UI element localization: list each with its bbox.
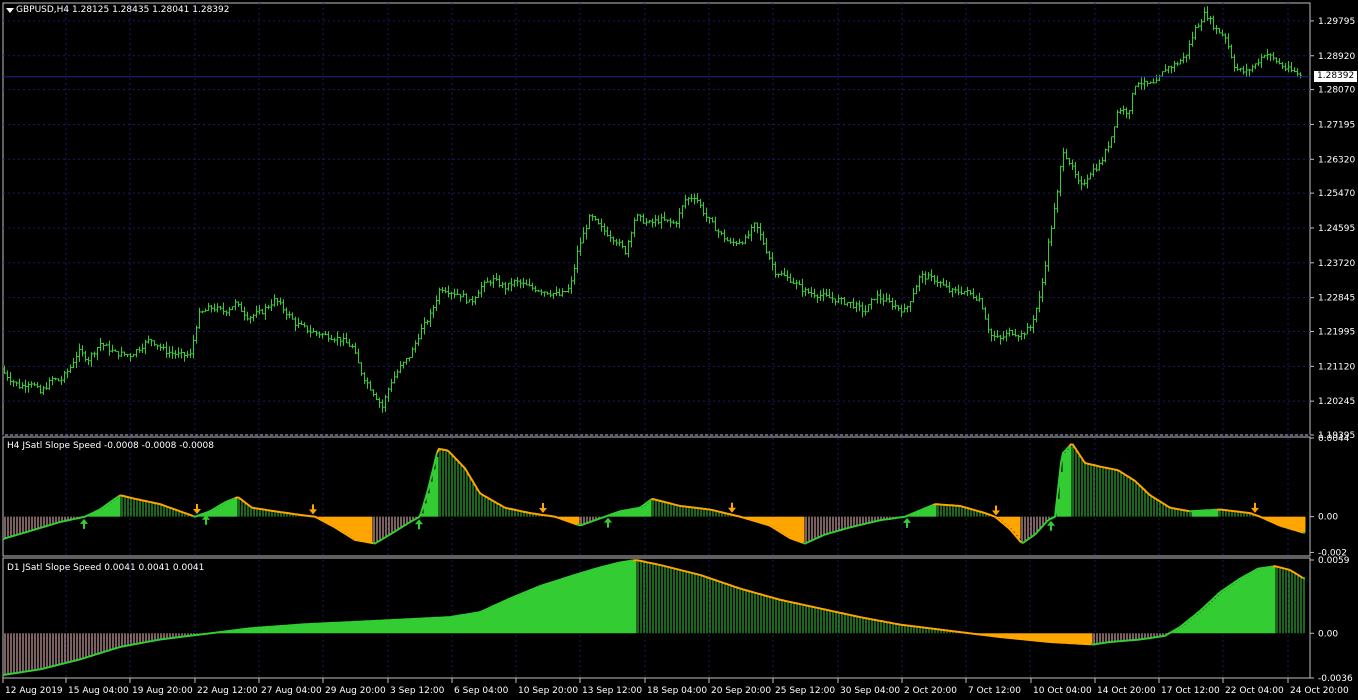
- h4-grid: [65, 438, 1289, 556]
- time-axis-label: 6 Sep 04:00: [454, 686, 509, 696]
- sell-arrow-icon: [728, 502, 736, 513]
- time-axis-label: 7 Oct 12:00: [968, 686, 1021, 696]
- h4-indicator-title: H4 JSatl Slope Speed -0.0008 -0.0008 -0.…: [7, 441, 214, 451]
- sell-arrow-icon: [539, 502, 547, 513]
- main-chart-area[interactable]: 1.29795 1.28920 1.28070 1.27195 1.26320 1.254…: [2, 2, 1355, 441]
- sell-arrow-icon: [992, 505, 1000, 516]
- d1-axis: 0.0059 0.00 -0.0036: [1310, 556, 1353, 684]
- speed-line-segment: [118, 494, 194, 517]
- time-axis-label: 17 Oct 12:00: [1161, 686, 1220, 696]
- time-axis-label: 24 Oct 20:00: [1290, 686, 1349, 696]
- d1-indicator-title: D1 JSatl Slope Speed 0.0041 0.0041 0.004…: [7, 563, 205, 573]
- current-price-label: 1.28392: [1314, 70, 1358, 82]
- time-axis-label: 2 Oct 20:00: [904, 686, 957, 696]
- buy-arrow-icon: [903, 517, 911, 528]
- price-axis-label: 1.24595: [1318, 224, 1355, 234]
- price-axis-label: 1.22845: [1318, 294, 1355, 304]
- h4-indicator-frame: [2, 436, 1311, 557]
- h4-indicator-area[interactable]: 0.00440.00-0.002: [2, 434, 1350, 558]
- time-axis-label: 22 Aug 12:00: [197, 686, 258, 696]
- d1-indicator-area[interactable]: 0.0059 0.00 -0.0036: [2, 556, 1353, 684]
- speed-line-segment: [1068, 443, 1190, 513]
- sell-arrow-icon: [1251, 502, 1259, 513]
- sell-arrow-icon: [193, 503, 201, 514]
- time-axis-label: 13 Sep 12:00: [582, 686, 642, 696]
- indicator-axis-label: 0.0044: [1318, 434, 1350, 444]
- h4-axis: 0.00440.00-0.002: [1310, 434, 1350, 558]
- symbol-menu-triangle-icon[interactable]: [6, 8, 14, 13]
- buy-arrow-icon: [1047, 520, 1055, 531]
- price-axis-label: 1.28920: [1318, 52, 1355, 62]
- buy-arrow-icon: [604, 517, 612, 528]
- speed-line-segment: [802, 504, 934, 545]
- time-axis-label: 25 Sep 12:00: [775, 686, 835, 696]
- price-axis-label: 1.28070: [1318, 86, 1355, 96]
- speed-line-segment: [632, 559, 1092, 646]
- time-axis-label: 22 Oct 04:00: [1225, 686, 1284, 696]
- speed-line-segment: [1302, 577, 1306, 580]
- main-grid: [3, 3, 1310, 436]
- price-axis-label: 1.27195: [1318, 120, 1355, 130]
- time-axis-label: 14 Oct 20:00: [1097, 686, 1156, 696]
- time-axis-label: 10 Sep 20:00: [518, 686, 578, 696]
- time-axis-label: 20 Sep 20:00: [711, 686, 771, 696]
- price-axis-label: 1.21120: [1318, 362, 1355, 372]
- time-axis-label: 29 Aug 20:00: [325, 686, 386, 696]
- main-chart-frame: [2, 2, 1311, 436]
- time-axis-label: 12 Aug 2019: [5, 686, 63, 696]
- indicator-axis-label: 0.0059: [1318, 556, 1350, 566]
- candles[interactable]: [3, 6, 1302, 413]
- time-axis-label: 18 Sep 04:00: [647, 686, 707, 696]
- time-axis: 12 Aug 2019 15 Aug 04:00 19 Aug 20:00 22 Au…: [2, 678, 1349, 696]
- price-axis-label: 1.26320: [1318, 155, 1355, 165]
- sell-arrow-icon: [309, 504, 317, 515]
- symbol-header: GBPUSD,H4 1.28125 1.28435 1.28041 1.2839…: [16, 5, 230, 15]
- price-axis-label: 1.20245: [1318, 397, 1355, 407]
- time-axis-label: 3 Sep 12:00: [390, 686, 445, 696]
- indicator-axis-label: -0.0036: [1318, 674, 1353, 684]
- price-axis-label: 1.29795: [1318, 17, 1355, 27]
- indicator-axis-label: 0.00: [1318, 629, 1338, 639]
- time-axis-label: 10 Oct 04:00: [1033, 686, 1092, 696]
- time-axis-label: 19 Aug 20:00: [132, 686, 193, 696]
- buy-arrow-icon: [415, 519, 423, 530]
- price-axis-label: 1.21995: [1318, 327, 1355, 337]
- buy-arrow-icon: [80, 518, 88, 529]
- price-axis-label: 1.25470: [1318, 189, 1355, 199]
- time-axis-label: 15 Aug 04:00: [68, 686, 129, 696]
- mt4-chart-canvas[interactable]: 1.29795 1.28920 1.28070 1.27195 1.26320 1.254…: [0, 0, 1358, 700]
- time-axis-label: 30 Sep 04:00: [840, 686, 900, 696]
- d1-histogram: [4, 560, 1305, 675]
- h4-histogram: [4, 443, 1306, 544]
- time-axis-label: 27 Aug 04:00: [261, 686, 322, 696]
- price-axis-label: 1.23720: [1318, 259, 1355, 269]
- indicator-axis-label: 0.00: [1318, 513, 1338, 523]
